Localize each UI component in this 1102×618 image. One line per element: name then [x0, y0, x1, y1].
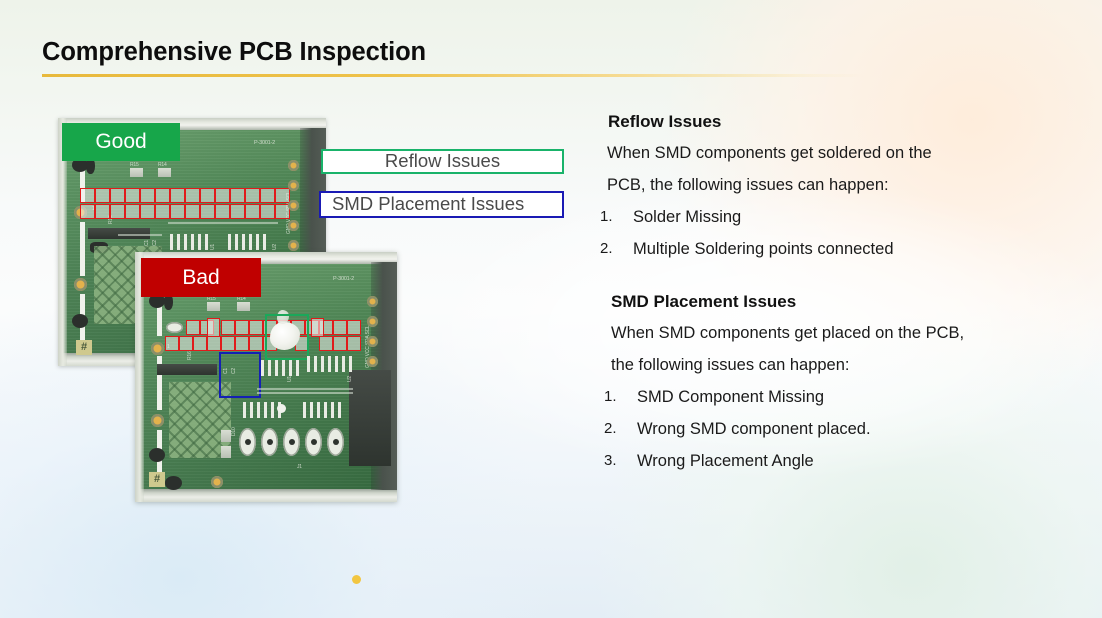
- slide-progress-dot[interactable]: [352, 575, 361, 584]
- page-title: Comprehensive PCB Inspection: [42, 38, 427, 66]
- callout-smd-label: SMD Placement Issues: [332, 193, 525, 214]
- pcb-mount-hole: [151, 414, 164, 427]
- pcb-via: [165, 476, 182, 490]
- list-item-number: 2.: [604, 420, 617, 437]
- list-item: 2. Wrong SMD component placed.: [600, 420, 1070, 439]
- pcb-component: [237, 302, 250, 311]
- callout-smd-placement-issues: SMD Placement Issues: [319, 191, 564, 218]
- good-badge-label: Good: [95, 130, 147, 153]
- pcb-connector-hole: [367, 336, 378, 347]
- list-item-number: 2.: [600, 240, 613, 257]
- list-item-text: Wrong Placement Angle: [637, 452, 814, 470]
- section-smd-placement-issues: SMD Placement Issues When SMD components…: [600, 292, 1070, 471]
- slide-canvas: Comprehensive PCB Inspection # R15 R14 R…: [0, 0, 1102, 618]
- placement-defect-marker: [219, 352, 261, 398]
- silkscreen-ref: C1: [144, 240, 150, 246]
- pcb-ic-leads: [307, 356, 353, 372]
- silkscreen-ref: D10: [231, 427, 237, 436]
- pcb-fiducial: #: [149, 472, 165, 487]
- pcb-trace: [257, 392, 353, 394]
- pcb-rotated-part: [207, 318, 220, 337]
- pcb-component: [166, 322, 183, 333]
- pcb-trace: [118, 234, 162, 236]
- pcb-component: [221, 446, 231, 458]
- pcb-mount-hole: [211, 476, 223, 488]
- list-item-text: Solder Missing: [633, 208, 742, 226]
- pcb-bottom-edge: [135, 489, 397, 502]
- pcb-trace: [168, 222, 278, 224]
- silkscreen-ref: U2: [347, 376, 353, 382]
- bad-badge-label: Bad: [182, 265, 220, 289]
- list-item: 1. SMD Component Missing: [600, 388, 1070, 407]
- pcb-component: [221, 430, 231, 442]
- callout-reflow-label: Reflow Issues: [384, 150, 501, 171]
- pcb-connector-hole: [288, 200, 299, 211]
- pcb-ic-leads: [261, 360, 301, 376]
- silkscreen-board-code: P-3001-2: [254, 140, 276, 146]
- pcb-connector-hole: [288, 220, 299, 231]
- pcb-via: [277, 404, 286, 413]
- pcb-connector-hole: [367, 296, 378, 307]
- content-column: Reflow Issues When SMD components get so…: [600, 112, 1070, 484]
- pcb-via: [72, 314, 88, 328]
- silkscreen-ref: U1: [287, 376, 293, 382]
- pcb-connector-hole: [367, 316, 378, 327]
- pcb-trace: [257, 388, 353, 390]
- section-line: When SMD components get placed on the PC…: [611, 324, 965, 342]
- section-line: PCB, the following issues can happen:: [607, 176, 889, 194]
- section-reflow-issues: Reflow Issues When SMD components get so…: [600, 112, 1070, 259]
- pcb-component: [207, 302, 220, 311]
- pcb-connector-hole: [367, 356, 378, 367]
- section-line: the following issues can happen:: [611, 356, 850, 374]
- title-underline: [42, 74, 864, 77]
- section-heading: SMD Placement Issues: [611, 292, 797, 311]
- pcb-mount-hole: [74, 278, 87, 291]
- list-item-number: 1.: [604, 388, 617, 405]
- list-item: 3. Wrong Placement Angle: [600, 452, 1070, 471]
- silkscreen-ref: U2: [272, 244, 278, 250]
- pcb-ic-leads: [170, 234, 212, 250]
- section-line: When SMD components get soldered on the: [607, 144, 932, 162]
- reflow-defect-marker: [265, 314, 309, 360]
- silkscreen-board-code: P-3001-2: [333, 276, 355, 282]
- pcb-component: [130, 168, 143, 177]
- pcb-rotated-part: [311, 318, 324, 337]
- pcb-component: [157, 364, 217, 375]
- pcb-ic-leads: [228, 234, 270, 250]
- good-badge: Good: [62, 123, 180, 161]
- silkscreen-ref: J1: [297, 464, 302, 470]
- pcb-via: [149, 448, 165, 462]
- list-item-text: SMD Component Missing: [637, 388, 825, 406]
- callout-reflow-issues: Reflow Issues: [321, 149, 564, 174]
- list-item-text: Wrong SMD component placed.: [637, 420, 871, 438]
- list-item-number: 1.: [600, 208, 613, 225]
- pcb-fiducial: #: [76, 340, 92, 355]
- pcb-ic-leads: [303, 402, 345, 418]
- bad-badge: Bad: [141, 258, 261, 297]
- pcb-rail: [80, 222, 85, 276]
- list-item: 2. Multiple Soldering points connected: [600, 240, 1070, 259]
- list-item-text: Multiple Soldering points connected: [633, 240, 894, 258]
- pcb-connector-hole: [288, 180, 299, 191]
- pcb-mount-hole: [151, 342, 164, 355]
- pcb-component: [158, 168, 171, 177]
- list-item-number: 3.: [604, 452, 617, 469]
- list-item: 1. Solder Missing: [600, 208, 1070, 227]
- pcb-connector-hole: [288, 160, 299, 171]
- pcb-connector-hole: [288, 240, 299, 251]
- section-heading: Reflow Issues: [608, 112, 722, 131]
- silkscreen-ref: R16: [187, 351, 193, 360]
- pcb-component: [349, 370, 391, 466]
- silkscreen-ref: C2: [152, 240, 158, 246]
